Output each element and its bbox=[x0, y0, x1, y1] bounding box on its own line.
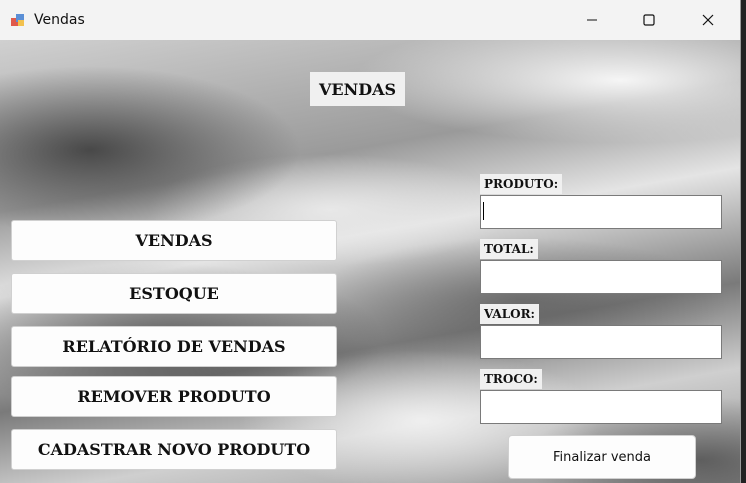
valor-label: VALOR: bbox=[480, 304, 539, 324]
desktop-background bbox=[741, 0, 746, 483]
total-input[interactable] bbox=[480, 260, 722, 294]
app-icon bbox=[11, 14, 24, 26]
maximize-button[interactable] bbox=[620, 0, 678, 40]
troco-input[interactable] bbox=[480, 390, 722, 424]
cadastrar-produto-button[interactable]: CADASTRAR NOVO PRODUTO bbox=[11, 429, 337, 470]
maximize-icon bbox=[643, 14, 655, 26]
text-caret bbox=[483, 202, 484, 220]
troco-label: TROCO: bbox=[480, 369, 542, 389]
close-icon bbox=[702, 14, 714, 26]
finalizar-venda-button[interactable]: Finalizar venda bbox=[508, 435, 696, 479]
relatorio-vendas-button[interactable]: RELATÓRIO DE VENDAS bbox=[11, 326, 337, 367]
remover-produto-button[interactable]: REMOVER PRODUTO bbox=[11, 376, 337, 417]
title-bar[interactable]: Vendas bbox=[0, 0, 740, 40]
app-window: Vendas VENDAS VENDAS ESTOQUE RELATÓRIO D… bbox=[0, 0, 741, 483]
close-button[interactable] bbox=[679, 0, 737, 40]
valor-input[interactable] bbox=[480, 325, 722, 359]
vendas-button[interactable]: VENDAS bbox=[11, 220, 337, 261]
minimize-icon bbox=[587, 19, 597, 21]
page-title: VENDAS bbox=[310, 72, 405, 106]
produto-input[interactable] bbox=[480, 195, 722, 229]
produto-label: PRODUTO: bbox=[480, 174, 563, 194]
form-client-area: VENDAS VENDAS ESTOQUE RELATÓRIO DE VENDA… bbox=[0, 40, 740, 483]
window-title: Vendas bbox=[34, 12, 85, 28]
estoque-button[interactable]: ESTOQUE bbox=[11, 273, 337, 314]
minimize-button[interactable] bbox=[563, 0, 621, 40]
total-label: TOTAL: bbox=[480, 239, 538, 259]
